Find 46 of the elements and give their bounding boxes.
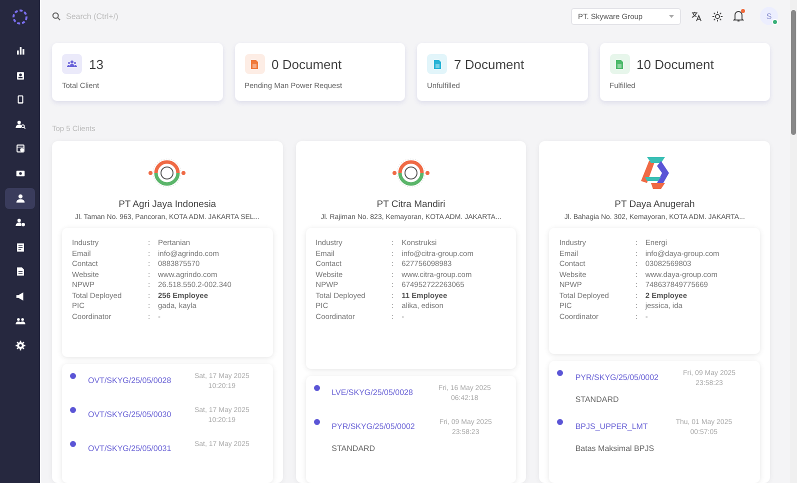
user-icon	[14, 192, 26, 204]
timeline-dot	[557, 419, 564, 425]
document-link[interactable]: PYR/SKYG/25/05/0002	[332, 422, 415, 431]
timeline-description: STANDARD	[332, 444, 376, 453]
timeline-description: STANDARD	[575, 395, 620, 404]
caret-icon	[669, 14, 674, 18]
id-badge-icon	[14, 70, 26, 81]
users-icon	[14, 316, 26, 327]
document-link[interactable]: BPJS_UPPER_LMT	[575, 422, 648, 431]
stat-value: 13	[89, 56, 104, 72]
timeline-dot	[70, 373, 76, 379]
stat-value: 0 Document	[272, 56, 342, 72]
client-name: PT Daya Anugerah	[614, 199, 695, 210]
timeline-dot	[70, 441, 76, 447]
translate-icon[interactable]	[691, 10, 702, 22]
logo-icon	[11, 8, 29, 26]
document-link[interactable]: PYR/SKYG/25/05/0002	[575, 373, 659, 382]
search-icon	[52, 12, 61, 20]
document-icon	[14, 266, 26, 278]
timeline-dot	[557, 370, 564, 376]
timeline-dot	[314, 419, 320, 425]
user-search-icon	[14, 118, 26, 130]
settings-icon	[14, 340, 26, 352]
document-link[interactable]: OVT/SKYG/25/05/0031	[88, 444, 172, 453]
document-link[interactable]: OVT/SKYG/25/05/0028	[88, 376, 172, 385]
timeline-dot	[314, 385, 320, 391]
scrollbar-thumb[interactable]	[791, 10, 796, 135]
client-name: PT Citra Mandiri	[376, 199, 446, 210]
search-field[interactable]: Search (Ctrl+/)	[66, 12, 186, 20]
calendar-icon	[14, 143, 26, 154]
sun-icon[interactable]	[712, 10, 723, 22]
bell-icon	[733, 10, 744, 22]
sidebar-item[interactable]	[5, 188, 35, 209]
timeline-description: Batas Maksimal BPJS	[575, 444, 656, 453]
stat-value: 7 Document	[454, 56, 524, 72]
timeline-dot	[70, 407, 76, 413]
document-icon	[14, 242, 26, 253]
client-name: PT Agri Jaya Indonesia	[118, 199, 216, 210]
user-group-icon	[14, 217, 26, 228]
avatar[interactable]: S	[760, 7, 778, 25]
document-link[interactable]: OVT/SKYG/25/05/0030	[88, 410, 172, 419]
stat-value: 10 Document	[636, 56, 714, 72]
megaphone-icon	[14, 290, 26, 302]
notification-button[interactable]	[733, 10, 744, 22]
document-link[interactable]: LVE/SKYG/25/05/0028	[332, 388, 413, 397]
bar-chart-icon	[14, 45, 26, 56]
